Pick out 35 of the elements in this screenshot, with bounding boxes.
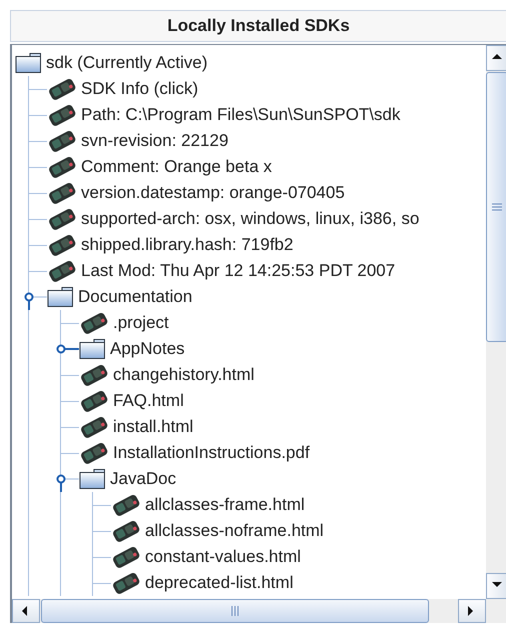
scrollbar-thumb[interactable] bbox=[41, 599, 429, 623]
tree-item[interactable]: Documentation bbox=[78, 287, 192, 307]
tree-item[interactable]: SDK Info (click) bbox=[81, 79, 198, 99]
folder-icon bbox=[79, 338, 106, 360]
scrollbar-thumb[interactable] bbox=[486, 72, 506, 342]
tree-item[interactable]: changehistory.html bbox=[113, 365, 254, 385]
tree-item[interactable]: deprecated-list.html bbox=[145, 573, 294, 593]
tree-item[interactable]: constant-values.html bbox=[145, 547, 301, 567]
tree-item[interactable]: Last Mod: Thu Apr 12 14:25:53 PDT 2007 bbox=[81, 261, 396, 281]
scroll-down-button[interactable] bbox=[486, 573, 506, 599]
tree-item[interactable]: install.html bbox=[113, 417, 194, 437]
folder-icon bbox=[47, 286, 74, 308]
tree-item[interactable]: FAQ.html bbox=[113, 391, 184, 411]
panel-title: Locally Installed SDKs bbox=[10, 10, 506, 42]
tree-item[interactable]: allclasses-noframe.html bbox=[145, 521, 324, 541]
tree-item[interactable]: supported-arch: osx, windows, linux, i386, so bbox=[81, 209, 420, 229]
folder-icon bbox=[15, 52, 42, 74]
scroll-right-button[interactable] bbox=[458, 599, 486, 623]
tree-item[interactable]: sdk (Currently Active) bbox=[46, 53, 208, 73]
tree-item[interactable]: AppNotes bbox=[110, 339, 185, 359]
horizontal-scrollbar[interactable] bbox=[12, 599, 486, 623]
scroll-up-button[interactable] bbox=[486, 45, 506, 71]
tree-item[interactable]: JavaDoc bbox=[110, 469, 176, 489]
tree-item[interactable]: allclasses-frame.html bbox=[145, 495, 305, 515]
folder-icon bbox=[79, 468, 106, 490]
tree-item[interactable]: Path: C:\Program Files\Sun\SunSPOT\sdk bbox=[81, 105, 400, 125]
tree-item[interactable]: shipped.library.hash: 719fb2 bbox=[81, 235, 294, 255]
scroll-left-button[interactable] bbox=[12, 599, 40, 623]
tree-item[interactable]: version.datestamp: orange-070405 bbox=[81, 183, 345, 203]
tree-item[interactable]: .project bbox=[113, 313, 169, 333]
tree-item[interactable]: InstallationInstructions.pdf bbox=[113, 443, 310, 463]
tree-item[interactable]: svn-revision: 22129 bbox=[81, 131, 228, 151]
vertical-scrollbar[interactable] bbox=[486, 45, 506, 599]
tree-item[interactable]: Comment: Orange beta x bbox=[81, 157, 272, 177]
scrollbar-corner bbox=[486, 599, 506, 623]
